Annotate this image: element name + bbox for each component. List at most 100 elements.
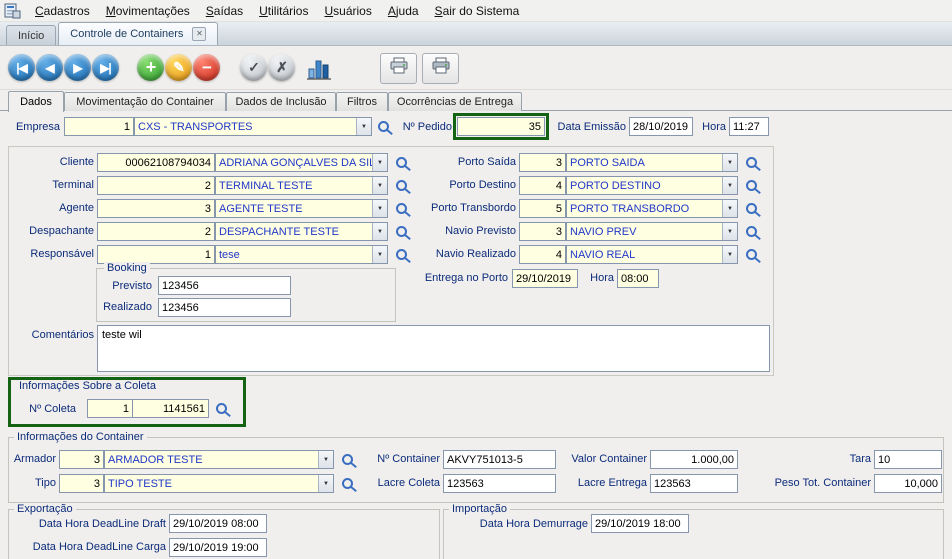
chevron-down-icon[interactable]: ▼: [372, 177, 387, 194]
cancel-button[interactable]: ✗: [268, 54, 295, 81]
agente-combo[interactable]: AGENTE TESTE ▼: [215, 199, 388, 218]
coleta-code-field[interactable]: 1: [87, 399, 133, 418]
responsavel-combo[interactable]: tese ▼: [215, 245, 388, 264]
porto-transbordo-code-field[interactable]: 5: [519, 199, 566, 218]
search-icon[interactable]: [342, 478, 353, 489]
porto-destino-code-field[interactable]: 4: [519, 176, 566, 195]
despachante-combo-value: DESPACHANTE TESTE: [216, 223, 372, 240]
demurrage-field[interactable]: 29/10/2019 18:00: [591, 514, 689, 533]
armador-code-field[interactable]: 3: [59, 450, 104, 469]
search-icon[interactable]: [746, 249, 757, 260]
menu-item-utilitarios[interactable]: Utilitários: [251, 1, 316, 21]
coleta-caption: Informações Sobre a Coleta: [16, 380, 159, 392]
print-preview-button[interactable]: [380, 53, 417, 84]
add-record-button[interactable]: +: [137, 54, 164, 81]
coleta-numero-field[interactable]: 1141561: [132, 399, 209, 418]
empresa-code-field[interactable]: 1: [64, 117, 134, 136]
menu-item-cadastros[interactable]: Cadastros: [27, 1, 98, 21]
comentarios-textarea[interactable]: teste wil: [97, 325, 770, 372]
chevron-down-icon[interactable]: ▼: [722, 246, 737, 263]
tab-controle-containers[interactable]: Controle de Containers ✕: [58, 22, 218, 45]
search-icon[interactable]: [216, 403, 227, 414]
porto-saida-combo[interactable]: PORTO SAIDA ▼: [566, 153, 738, 172]
hora-emissao-field[interactable]: 11:27: [729, 117, 769, 136]
lacre-coleta-field[interactable]: 123563: [443, 474, 556, 493]
nav-first-button[interactable]: |◀: [8, 54, 35, 81]
nav-last-button[interactable]: ▶|: [92, 54, 119, 81]
nav-next-button[interactable]: ▶: [64, 54, 91, 81]
chevron-down-icon[interactable]: ▼: [318, 475, 333, 492]
chevron-down-icon[interactable]: ▼: [356, 118, 371, 135]
armador-combo[interactable]: ARMADOR TESTE ▼: [104, 450, 334, 469]
peso-total-field[interactable]: 10,000: [874, 474, 942, 493]
data-emissao-field[interactable]: 28/10/2019: [629, 117, 693, 136]
entrega-data-field[interactable]: 29/10/2019: [512, 269, 578, 288]
navio-realizado-combo[interactable]: NAVIO REAL ▼: [566, 245, 738, 264]
tab-ocorrencias-entrega[interactable]: Ocorrências de Entrega: [388, 92, 522, 111]
deadline-draft-field[interactable]: 29/10/2019 08:00: [169, 514, 267, 533]
chevron-down-icon[interactable]: ▼: [372, 200, 387, 217]
search-icon[interactable]: [746, 180, 757, 191]
confirm-button[interactable]: ✓: [240, 54, 267, 81]
despachante-code-field[interactable]: 2: [97, 222, 215, 241]
nav-prev-button[interactable]: ◀: [36, 54, 63, 81]
chevron-down-icon[interactable]: ▼: [372, 246, 387, 263]
close-tab-icon[interactable]: ✕: [192, 27, 206, 41]
navio-realizado-code-field[interactable]: 4: [519, 245, 566, 264]
delete-record-button[interactable]: −: [193, 54, 220, 81]
tab-inicio[interactable]: Início: [6, 25, 56, 45]
container-group: [8, 437, 944, 503]
navio-previsto-code-field[interactable]: 3: [519, 222, 566, 241]
search-icon[interactable]: [342, 454, 353, 465]
despachante-combo[interactable]: DESPACHANTE TESTE ▼: [215, 222, 388, 241]
toolbar: |◀ ◀ ▶ ▶| + ✎ − ✓ ✗: [0, 46, 952, 90]
search-icon[interactable]: [746, 157, 757, 168]
porto-transbordo-combo[interactable]: PORTO TRANSBORDO ▼: [566, 199, 738, 218]
page-tabs: Dados Movimentação do Container Dados de…: [0, 90, 952, 111]
deadline-carga-field[interactable]: 29/10/2019 19:00: [169, 538, 267, 557]
valor-container-field[interactable]: 1.000,00: [650, 450, 738, 469]
tara-field[interactable]: 10: [874, 450, 942, 469]
navio-previsto-combo[interactable]: NAVIO PREV ▼: [566, 222, 738, 241]
tipo-code-field[interactable]: 3: [59, 474, 104, 493]
chevron-down-icon[interactable]: ▼: [722, 154, 737, 171]
tab-movimentacao-container[interactable]: Movimentação do Container: [64, 92, 226, 111]
print-button[interactable]: [422, 53, 459, 84]
menu-item-sair[interactable]: Sair do Sistema: [427, 1, 528, 21]
edit-record-button[interactable]: ✎: [165, 54, 192, 81]
booking-realizado-field[interactable]: 123456: [158, 298, 291, 317]
empresa-combo[interactable]: CXS - TRANSPORTES ▼: [134, 117, 372, 136]
terminal-combo[interactable]: TERMINAL TESTE ▼: [215, 176, 388, 195]
n-container-field[interactable]: AKVY751013-5: [443, 450, 556, 469]
agente-code-field[interactable]: 3: [97, 199, 215, 218]
search-icon[interactable]: [746, 203, 757, 214]
terminal-code-field[interactable]: 2: [97, 176, 215, 195]
chevron-down-icon[interactable]: ▼: [318, 451, 333, 468]
search-icon[interactable]: [378, 121, 389, 132]
hora-emissao-label: Hora: [698, 121, 726, 133]
tab-filtros[interactable]: Filtros: [336, 92, 388, 111]
tipo-combo[interactable]: TIPO TESTE ▼: [104, 474, 334, 493]
lacre-entrega-field[interactable]: 123563: [650, 474, 738, 493]
cliente-combo[interactable]: ADRIANA GONÇALVES DA SILVA ▼: [215, 153, 388, 172]
menu-item-movimentacoes[interactable]: Movimentações: [98, 1, 198, 21]
chevron-down-icon[interactable]: ▼: [722, 177, 737, 194]
chevron-down-icon[interactable]: ▼: [722, 223, 737, 240]
chevron-down-icon[interactable]: ▼: [722, 200, 737, 217]
menu-item-saidas[interactable]: Saídas: [198, 1, 251, 21]
entrega-hora-field[interactable]: 08:00: [617, 269, 659, 288]
menu-item-usuarios[interactable]: Usuários: [316, 1, 379, 21]
search-icon[interactable]: [746, 226, 757, 237]
porto-saida-code-field[interactable]: 3: [519, 153, 566, 172]
menu-item-ajuda[interactable]: Ajuda: [380, 1, 427, 21]
tab-dados[interactable]: Dados: [8, 91, 64, 112]
chevron-down-icon[interactable]: ▼: [372, 223, 387, 240]
booking-previsto-field[interactable]: 123456: [158, 276, 291, 295]
porto-destino-combo[interactable]: PORTO DESTINO ▼: [566, 176, 738, 195]
chart-icon[interactable]: [306, 55, 332, 81]
chevron-down-icon[interactable]: ▼: [372, 154, 387, 171]
cliente-code-field[interactable]: 00062108794034: [97, 153, 215, 172]
pedido-field[interactable]: 35: [457, 117, 545, 136]
tab-dados-inclusao[interactable]: Dados de Inclusão: [226, 92, 336, 111]
comentarios-label: Comentários: [20, 329, 94, 341]
